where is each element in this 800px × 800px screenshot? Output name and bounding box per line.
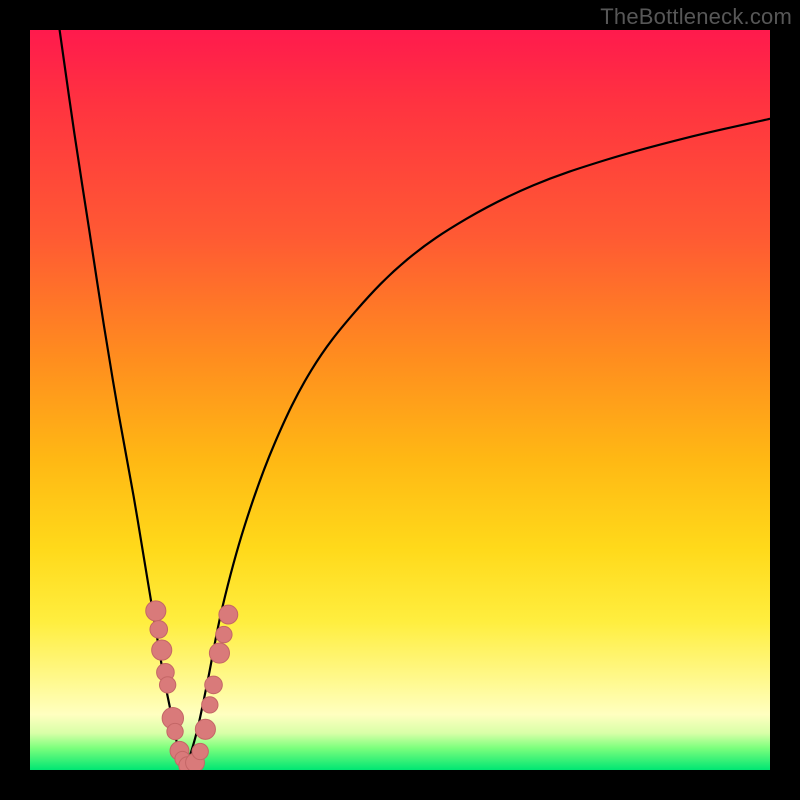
- right-branch-path: [185, 119, 770, 770]
- data-marker: [219, 605, 238, 624]
- data-marker: [146, 601, 166, 621]
- data-marker: [159, 677, 175, 693]
- data-marker: [209, 643, 229, 663]
- data-markers: [146, 601, 238, 770]
- watermark-text: TheBottleneck.com: [600, 4, 792, 30]
- data-marker: [216, 626, 232, 642]
- data-marker: [150, 621, 168, 639]
- data-marker: [152, 640, 172, 660]
- data-marker: [195, 719, 215, 739]
- curve-layer: [30, 30, 770, 770]
- chart-frame: TheBottleneck.com: [0, 0, 800, 800]
- data-marker: [167, 723, 183, 739]
- plot-area: [30, 30, 770, 770]
- data-marker: [192, 743, 208, 759]
- data-marker: [202, 697, 218, 713]
- data-marker: [205, 676, 223, 694]
